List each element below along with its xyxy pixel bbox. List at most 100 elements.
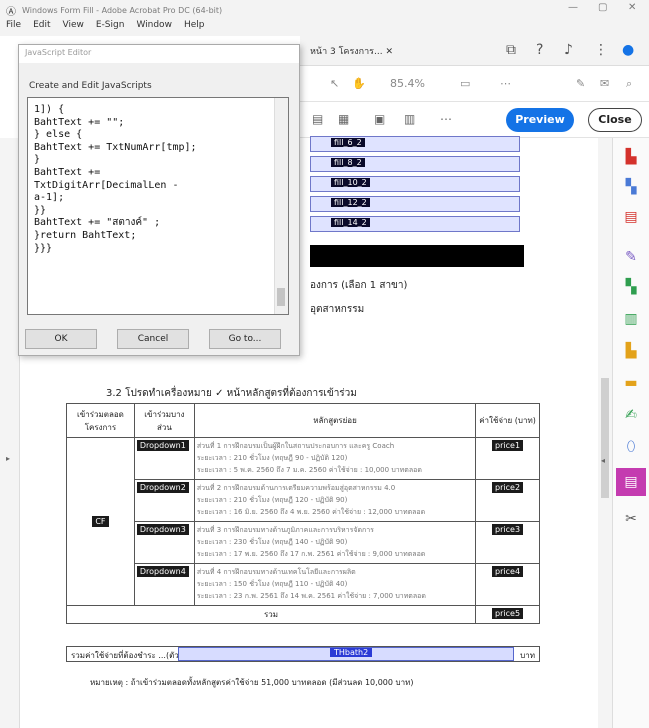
collapse-right-icon[interactable]: ◂ <box>601 456 605 465</box>
javascript-code-editor[interactable]: 1]) { BahtText += ""; } else { BahtText … <box>27 97 289 315</box>
left-rail: ▸ <box>0 138 20 728</box>
minimize-button[interactable]: — <box>568 2 578 13</box>
course-3-period: ระยะเวลา : 17 พ.ย. 2560 ถึง 17 ก.พ. 2561… <box>196 550 426 558</box>
window-title: Windows Form Fill - Adobe Acrobat Pro DC… <box>22 5 223 15</box>
course-4-period: ระยะเวลา : 23 ก.พ. 2561 ถึง 14 พ.ค. 2561… <box>196 592 426 600</box>
export-icon[interactable]: ▚ <box>622 278 640 296</box>
course-1-period: ระยะเวลา : 5 พ.ค. 2560 ถึง 7 ม.ค. 2560 ค… <box>196 466 422 474</box>
menu-bar: File Edit View E-Sign Window Help <box>0 20 649 36</box>
price-1[interactable]: price1 <box>492 440 524 451</box>
price-total[interactable]: price5 <box>492 608 524 619</box>
combine-icon[interactable]: ▚ <box>622 178 640 196</box>
comment-icon[interactable]: ▭ <box>460 77 470 90</box>
list-tool-icon[interactable]: ▥ <box>404 112 415 126</box>
field-fill-10-2[interactable]: fill_10_2 <box>310 176 520 192</box>
search-icon[interactable]: ⌕ <box>626 77 632 91</box>
apps-grid-icon[interactable]: ⋮ <box>594 42 608 58</box>
organize-icon[interactable]: ▤ <box>622 208 640 226</box>
price-2[interactable]: price2 <box>492 482 524 493</box>
radio-tool-icon[interactable]: ▣ <box>374 112 385 126</box>
shield-icon[interactable]: ⬯ <box>622 438 640 456</box>
black-field-bar[interactable] <box>310 245 524 267</box>
create-pdf-icon[interactable]: ▙ <box>622 148 640 166</box>
ok-button[interactable]: OK <box>25 329 97 349</box>
code-text[interactable]: 1]) { BahtText += ""; } else { BahtText … <box>34 104 197 254</box>
javascript-editor-dialog: JavaScript Editor Create and Edit JavaSc… <box>18 44 300 356</box>
expand-left-icon[interactable]: ▸ <box>6 454 10 463</box>
window-titlebar: Ⓐ Windows Form Fill - Adobe Acrobat Pro … <box>0 0 649 20</box>
right-tools-rail: ▙ ▚ ▤ ✎ ▚ ▥ ▙ ▬ ✍ ⬯ ▤ ✂ <box>612 138 649 728</box>
menu-help[interactable]: Help <box>184 20 205 36</box>
help-icon[interactable]: ? <box>536 42 543 58</box>
scrollbar-thumb[interactable] <box>601 378 609 498</box>
dropdown-4[interactable]: Dropdown4 <box>136 566 189 577</box>
hand-icon[interactable]: ✋ <box>352 77 366 90</box>
menu-esign[interactable]: E-Sign <box>96 20 125 36</box>
checkbox-tool-icon[interactable]: ▦ <box>338 112 349 126</box>
document-tab[interactable]: หน้า 3 โครงการ... ✕ <box>310 44 393 58</box>
field-fill-6-2[interactable]: fill_6_2 <box>310 136 520 152</box>
close-window-button[interactable]: ✕ <box>628 2 636 13</box>
footnote: หมายเหตุ : ถ้าเข้าร่วมตลอดทั้งหลักสูตรค่… <box>90 678 414 687</box>
cursor-icon[interactable]: ↖ <box>330 77 339 90</box>
course-1-title: ส่วนที่ 1 การฝึกอบรมเป็นผู้ฝึกในสถานประก… <box>196 442 395 450</box>
field-fill-14-2[interactable]: fill_14_2 <box>310 216 520 232</box>
course-4-detail: ระยะเวลา : 150 ชั่วโมง (ทฤษฎี 110 - ปฏิบ… <box>196 580 348 588</box>
prepare-form-icon[interactable]: ▤ <box>616 468 646 496</box>
section-heading: 3.2 โปรดทำเครื่องหมาย ✓ หน้าหลักสูตรที่ต… <box>106 388 357 399</box>
comment-tool-icon[interactable]: ▬ <box>622 374 640 392</box>
course-2-detail: ระยะเวลา : 210 ชั่วโมง (ทฤษฎี 120 - ปฏิบ… <box>196 496 348 504</box>
dialog-title: JavaScript Editor <box>19 45 299 63</box>
total-label: รวม <box>65 605 477 624</box>
course-1-detail: ระยะเวลา : 210 ชั่วโมง (ทฤษฎี 90 - ปฏิบั… <box>196 454 348 462</box>
stamp-icon[interactable]: ✍ <box>622 406 640 424</box>
goto-button[interactable]: Go to... <box>209 329 281 349</box>
mail-icon[interactable]: ✉ <box>600 77 609 90</box>
edit-pdf-icon[interactable]: ▥ <box>622 310 640 328</box>
cloud-icon[interactable]: ⧉ <box>506 42 516 58</box>
dropdown-2[interactable]: Dropdown2 <box>136 482 189 493</box>
baht-label: บาท <box>520 651 535 660</box>
header-course: หลักสูตรย่อย <box>193 403 477 438</box>
sign-icon[interactable]: ✎ <box>576 77 585 90</box>
more-tools-rail-icon[interactable]: ✂ <box>622 510 640 528</box>
course-table: เข้าร่วมตลอดโครงการ เข้าร่วมบางส่วน หลัก… <box>65 403 540 624</box>
menu-view[interactable]: View <box>63 20 84 36</box>
full-course-checkbox[interactable]: CF <box>92 516 109 527</box>
document-tab-bar: หน้า 3 โครงการ... ✕ ⧉ ? ♪ ⋮ ● <box>300 36 649 66</box>
price-3[interactable]: price3 <box>492 524 524 535</box>
protect-icon[interactable]: ▙ <box>622 342 640 360</box>
code-scrollbar[interactable] <box>274 98 288 314</box>
header-partial: เข้าร่วมบางส่วน <box>133 403 195 438</box>
field-fill-12-2[interactable]: fill_12_2 <box>310 196 520 212</box>
menu-window[interactable]: Window <box>136 20 172 36</box>
text-field-icon[interactable]: ▤ <box>312 112 323 126</box>
zoom-level[interactable]: 85.4% <box>390 77 425 90</box>
code-scrollbar-thumb[interactable] <box>277 288 285 306</box>
dropdown-1[interactable]: Dropdown1 <box>136 440 189 451</box>
close-form-edit-button[interactable]: Close <box>588 108 642 132</box>
menu-file[interactable]: File <box>6 20 21 36</box>
dropdown-3[interactable]: Dropdown3 <box>136 524 189 535</box>
main-toolbar: ↖ ✋ 85.4% ▭ ⋯ ✎ ✉ ⌕ <box>300 66 649 102</box>
doc-line-2: อุตสาหกรรม <box>310 304 365 315</box>
bell-icon[interactable]: ♪ <box>564 42 573 58</box>
preview-button[interactable]: Preview <box>506 108 574 132</box>
cancel-button[interactable]: Cancel <box>117 329 189 349</box>
avatar[interactable]: ● <box>622 42 634 58</box>
fill-sign-icon[interactable]: ✎ <box>622 248 640 266</box>
doc-line-1: องการ (เลือก 1 สาขา) <box>310 280 408 291</box>
course-4-title: ส่วนที่ 4 การฝึกอบรมทางด้านเทคโนโลยีและก… <box>196 568 356 576</box>
header-full: เข้าร่วมตลอดโครงการ <box>66 403 135 438</box>
maximize-button[interactable]: ▢ <box>598 2 607 13</box>
thbath-field[interactable]: THbath2 <box>330 648 373 657</box>
field-fill-8-2[interactable]: fill_8_2 <box>310 156 520 172</box>
menu-edit[interactable]: Edit <box>33 20 50 36</box>
price-4[interactable]: price4 <box>492 566 524 577</box>
acrobat-app-icon: Ⓐ <box>6 6 16 18</box>
more-tools-icon[interactable]: ⋯ <box>440 112 452 126</box>
more-icon[interactable]: ⋯ <box>500 77 511 90</box>
dialog-subtitle: Create and Edit JavaScripts <box>29 81 152 91</box>
vertical-scrollbar[interactable]: ◂ <box>598 138 612 728</box>
course-3-title: ส่วนที่ 3 การฝึกอบรมทางด้านภูมิภาคและการ… <box>196 526 374 534</box>
